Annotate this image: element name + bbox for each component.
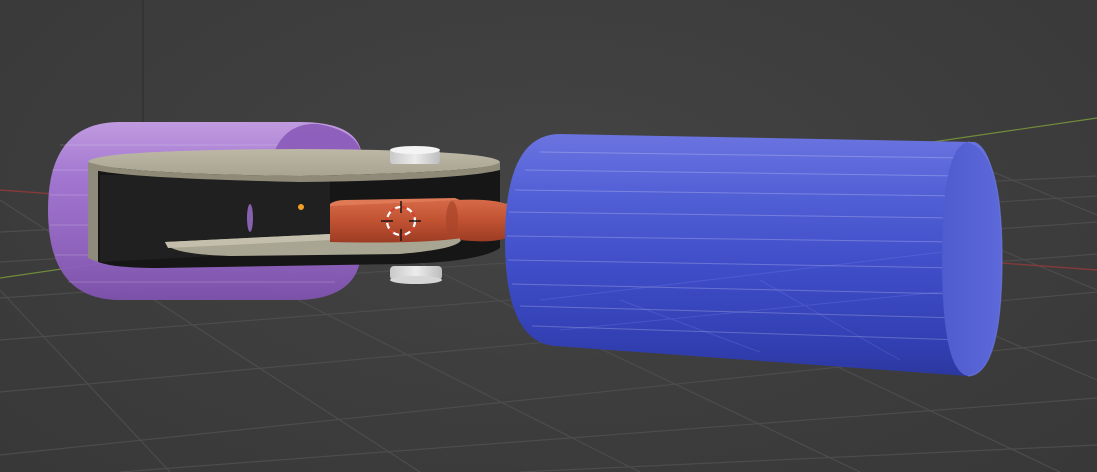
viewport-scene[interactable] [0,0,1097,472]
3d-viewport[interactable] [0,0,1097,472]
blue-cylinder[interactable] [505,134,1003,377]
red-connector[interactable] [330,198,510,243]
bottom-peg[interactable] [390,266,442,284]
origin-point [298,204,304,210]
top-peg[interactable] [390,146,440,164]
